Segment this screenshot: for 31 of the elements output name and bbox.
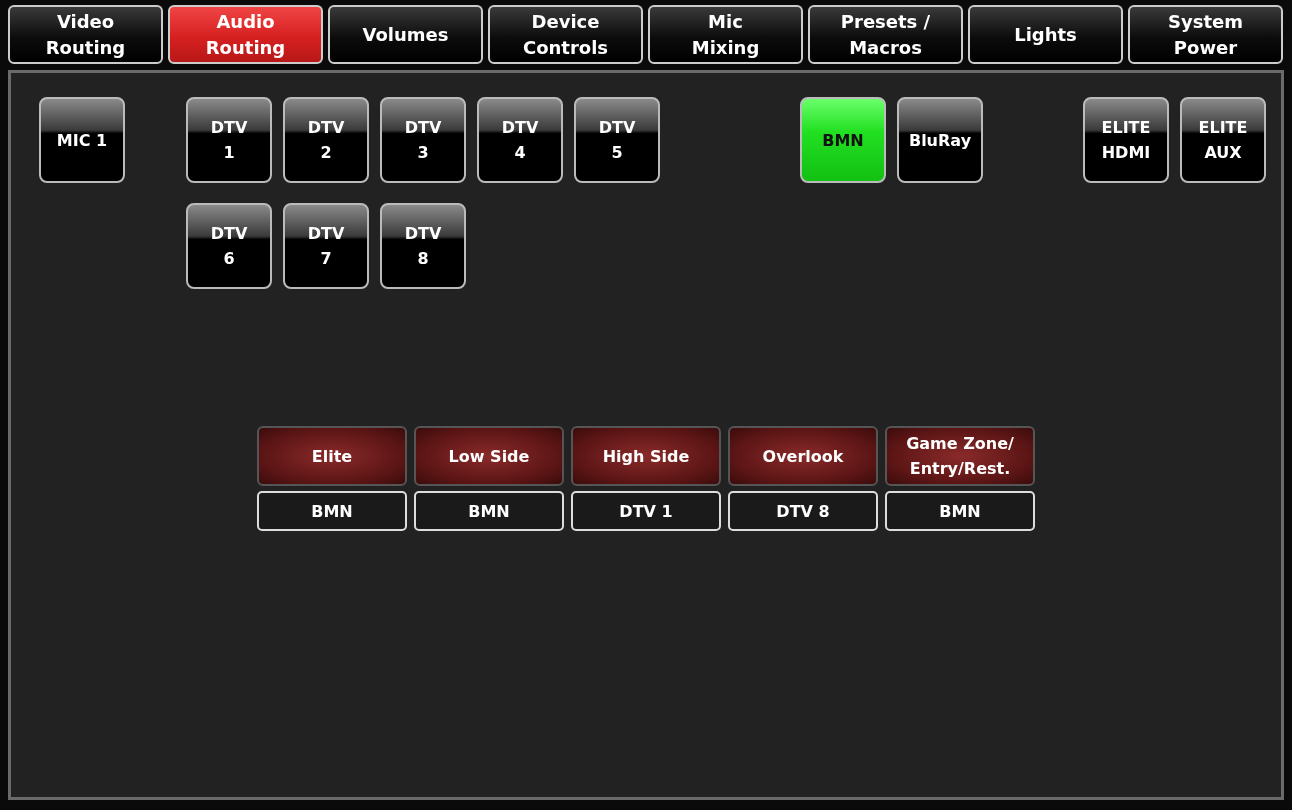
zone-button[interactable]: Elite — [257, 426, 407, 486]
source-button[interactable]: DTV 6 — [186, 203, 272, 289]
source-button[interactable]: BMN — [800, 97, 886, 183]
zone-button[interactable]: Overlook — [728, 426, 878, 486]
tab[interactable]: Device Controls — [488, 5, 643, 64]
tab[interactable]: Presets / Macros — [808, 5, 963, 64]
source-button[interactable]: DTV 1 — [186, 97, 272, 183]
source-button[interactable]: DTV 4 — [477, 97, 563, 183]
zone-source-label: BMN — [885, 491, 1035, 531]
zone-button[interactable]: High Side — [571, 426, 721, 486]
tab[interactable]: System Power — [1128, 5, 1283, 64]
tab[interactable]: Mic Mixing — [648, 5, 803, 64]
source-button[interactable]: DTV 2 — [283, 97, 369, 183]
source-button[interactable]: DTV 3 — [380, 97, 466, 183]
source-button[interactable]: DTV 8 — [380, 203, 466, 289]
tab[interactable]: Video Routing — [8, 5, 163, 64]
zone-source-label: BMN — [257, 491, 407, 531]
source-button[interactable]: MIC 1 — [39, 97, 125, 183]
source-button[interactable]: ELITE AUX — [1180, 97, 1266, 183]
zone-button[interactable]: Low Side — [414, 426, 564, 486]
tab[interactable]: Lights — [968, 5, 1123, 64]
zone-button[interactable]: Game Zone/ Entry/Rest. — [885, 426, 1035, 486]
tab[interactable]: Volumes — [328, 5, 483, 64]
zone-source-label: BMN — [414, 491, 564, 531]
source-button[interactable]: BluRay — [897, 97, 983, 183]
tab[interactable]: Audio Routing — [168, 5, 323, 64]
source-button[interactable]: DTV 5 — [574, 97, 660, 183]
source-button[interactable]: ELITE HDMI — [1083, 97, 1169, 183]
source-button[interactable]: DTV 7 — [283, 203, 369, 289]
zone-source-label: DTV 1 — [571, 491, 721, 531]
zone-source-label: DTV 8 — [728, 491, 878, 531]
